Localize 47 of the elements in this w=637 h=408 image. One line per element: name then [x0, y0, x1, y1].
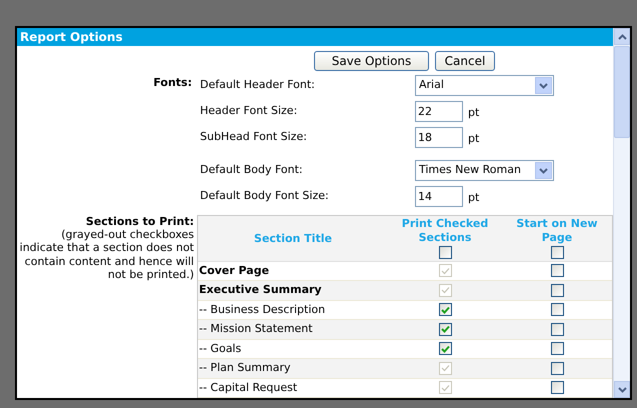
checkbox[interactable] — [550, 246, 564, 258]
unit-label: pt — [468, 105, 480, 122]
sections-note: (grayed-out checkboxes indicate that a section does not contain content and hence will not be printed.) — [18, 228, 194, 282]
scroll-thumb[interactable] — [614, 46, 630, 138]
size-field[interactable]: 14 — [415, 186, 463, 207]
unit-label: pt — [468, 131, 480, 148]
save-options-button[interactable]: Save Options — [314, 51, 429, 71]
checkbox[interactable] — [550, 322, 564, 336]
dropdown-icon[interactable] — [535, 77, 552, 94]
checkbox[interactable] — [438, 342, 452, 356]
field-label: Default Body Font: — [200, 162, 304, 178]
checkbox[interactable] — [550, 284, 564, 297]
section-title: -- Capital Request — [198, 380, 298, 396]
column-header: Print Checked Sections — [400, 216, 490, 244]
checkbox[interactable] — [438, 322, 452, 336]
field-label: Default Body Font Size: — [200, 188, 330, 204]
field-label: Default Header Font: — [200, 77, 316, 94]
dropdown-icon[interactable] — [535, 162, 552, 179]
scroll-down-icon[interactable] — [614, 381, 630, 398]
column-header: Start on New Page — [515, 216, 599, 244]
scroll-up-icon[interactable] — [614, 28, 630, 45]
checkbox[interactable] — [438, 303, 452, 316]
checkbox[interactable] — [550, 303, 564, 316]
checkbox[interactable] — [550, 342, 564, 356]
checkbox[interactable] — [550, 264, 564, 278]
unit-label: pt — [468, 190, 480, 206]
checkbox[interactable] — [550, 381, 564, 394]
fonts-label: Fonts: — [152, 74, 192, 90]
font-select[interactable]: Arial — [415, 75, 554, 96]
section-title: -- Plan Summary — [198, 360, 292, 376]
scrollbar[interactable] — [613, 28, 630, 398]
section-title: -- Goals — [198, 340, 242, 356]
checkbox[interactable] — [550, 362, 564, 375]
size-field[interactable]: 18 — [415, 127, 463, 148]
section-title: -- Mission Statement — [198, 321, 314, 337]
sections-label: Sections to Print: — [84, 214, 194, 228]
size-field[interactable]: 22 — [415, 101, 463, 122]
font-select[interactable]: Times New Roman — [415, 160, 554, 181]
checkbox[interactable] — [438, 246, 452, 258]
field-label: SubHead Font Size: — [200, 129, 308, 146]
section-title: Executive Summary — [198, 282, 323, 298]
field-label: Header Font Size: — [200, 103, 298, 120]
column-header: Section Title — [254, 230, 332, 247]
section-title: Cover Page — [198, 262, 270, 278]
section-title: -- Business Description — [198, 302, 326, 318]
cancel-button[interactable]: Cancel — [435, 51, 495, 71]
dialog-title: Report Options — [17, 28, 613, 46]
